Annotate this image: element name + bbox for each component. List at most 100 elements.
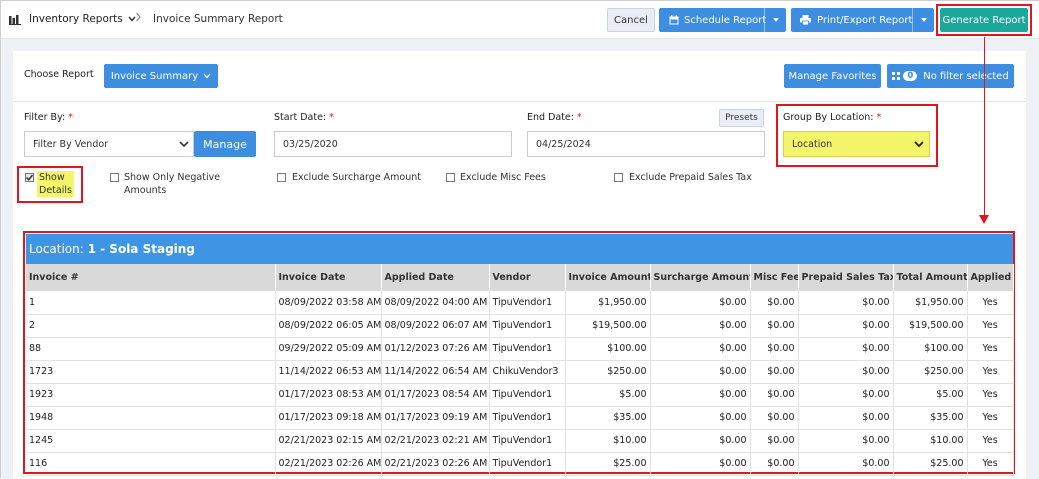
table-cell: $19,500.00	[565, 314, 651, 338]
exclude-prepaid-checkbox[interactable]	[614, 173, 623, 182]
chevron-down-icon	[179, 141, 189, 148]
end-date-input[interactable]: 04/25/2024	[527, 131, 765, 157]
column-header[interactable]: Invoice Amount	[565, 264, 651, 291]
table-cell: $0.00	[650, 406, 751, 430]
negative-amounts-label: Show Only Negative Amounts	[124, 172, 221, 196]
selected-report-label: Invoice Summary	[110, 70, 199, 82]
table-cell: $100.00	[565, 337, 651, 361]
start-date-value: 03/25/2020	[283, 138, 338, 150]
table-cell: $0.00	[750, 406, 799, 430]
group-by-select[interactable]: Location	[783, 131, 930, 157]
table-cell: Yes	[967, 337, 1014, 361]
table-row[interactable]: 1245 02/21/2023 02:15 AM 02/21/2023 02:21 …	[26, 429, 1014, 453]
caret-down-icon	[920, 18, 927, 22]
column-header[interactable]: Total Amount	[893, 264, 968, 291]
table-cell: $0.00	[650, 291, 751, 315]
column-header[interactable]: Surcharge Amount	[650, 264, 751, 291]
filter-by-select[interactable]: Filter By Vendor	[24, 131, 194, 157]
table-cell: $0.00	[650, 429, 751, 453]
filter-count-badge: 0	[903, 71, 918, 81]
location-header: Location: 1 - Sola Staging	[26, 234, 1013, 264]
exclude-surcharge-checkbox[interactable]	[277, 173, 286, 182]
show-details-checkbox[interactable]	[25, 173, 34, 182]
table-row[interactable]: 1 08/09/2022 03:58 AM 08/09/2022 04:00 AM T…	[26, 291, 1014, 315]
calendar-icon	[669, 15, 679, 25]
column-header[interactable]: Invoice Date	[275, 264, 382, 291]
column-header[interactable]: Misc Fee	[750, 264, 799, 291]
table-cell: Yes	[967, 360, 1014, 384]
table-cell: Yes	[967, 291, 1014, 315]
show-details-label: Show Details	[37, 171, 74, 197]
breadcrumb-inventory-reports[interactable]: Inventory Reports	[29, 13, 136, 25]
presets-button[interactable]: Presets	[719, 109, 764, 127]
column-header[interactable]: Prepaid Sales Tax	[798, 264, 894, 291]
choose-report-dropdown[interactable]: Invoice Summary	[104, 64, 218, 88]
table-row[interactable]: 2 08/09/2022 06:05 AM 08/09/2022 06:07 AM T…	[26, 314, 1014, 338]
exclude-misc-checkbox[interactable]	[446, 173, 455, 182]
table-cell: $5.00	[565, 383, 651, 407]
table-cell: 116	[26, 452, 276, 476]
table-cell: 1723	[26, 360, 276, 384]
table-cell: $0.00	[798, 337, 894, 361]
table-cell: 02/21/2023 02:21 AM	[381, 429, 490, 453]
report-table: Location: 1 - Sola Staging Invoice # Invo…	[26, 234, 1014, 476]
no-filter-label: No filter selected	[923, 70, 1009, 82]
table-cell: Yes	[967, 429, 1014, 453]
schedule-report-button[interactable]: Schedule Report	[659, 8, 786, 32]
table-cell: $250.00	[565, 360, 651, 384]
schedule-dropdown-toggle[interactable]	[764, 8, 786, 32]
negative-amounts-checkbox[interactable]	[110, 173, 119, 182]
table-cell: $0.00	[750, 452, 799, 476]
table-cell: $35.00	[565, 406, 651, 430]
print-export-button[interactable]: Print/Export Report	[791, 8, 934, 32]
table-cell: TipuVendor1	[489, 406, 566, 430]
column-header[interactable]: Applied Date	[381, 264, 490, 291]
table-cell: 01/12/2023 07:26 AM	[381, 337, 490, 361]
table-cell: $0.00	[650, 452, 751, 476]
table-cell: $250.00	[893, 360, 968, 384]
filter-by-label: Filter By: *	[24, 112, 73, 123]
table-row[interactable]: 88 09/29/2022 05:09 AM 01/12/2023 07:26 AM…	[26, 337, 1014, 361]
table-cell: $25.00	[565, 452, 651, 476]
table-cell: $0.00	[750, 360, 799, 384]
reports-icon	[9, 15, 21, 25]
location-prefix: Location:	[29, 242, 88, 256]
annotation-arrow-head	[979, 215, 989, 224]
table-cell: TipuVendor1	[489, 291, 566, 315]
table-cell: $0.00	[650, 383, 751, 407]
start-date-input[interactable]: 03/25/2020	[274, 131, 512, 157]
table-cell: 08/09/2022 04:00 AM	[381, 291, 490, 315]
table-row[interactable]: 1948 01/17/2023 09:18 AM 01/17/2023 09:19 …	[26, 406, 1014, 430]
cancel-button[interactable]: Cancel	[607, 8, 655, 32]
table-cell: $19,500.00	[893, 314, 968, 338]
column-header[interactable]: Invoice #	[26, 264, 276, 291]
group-by-label: Group By Location: *	[783, 112, 882, 123]
print-dropdown-toggle[interactable]	[912, 8, 934, 32]
chevron-down-icon	[203, 73, 211, 79]
table-cell: 88	[26, 337, 276, 361]
table-row[interactable]: 1923 01/17/2023 08:53 AM 01/17/2023 08:54 …	[26, 383, 1014, 407]
manage-button[interactable]: Manage	[194, 131, 256, 157]
group-by-value: Location	[792, 138, 833, 150]
table-cell: $0.00	[750, 314, 799, 338]
table-cell: ChikuVendor3	[489, 360, 566, 384]
chevron-down-icon	[914, 141, 924, 148]
table-cell: TipuVendor1	[489, 337, 566, 361]
table-cell: $0.00	[650, 314, 751, 338]
filter-status-button[interactable]: 0 No filter selected	[887, 64, 1014, 88]
column-header[interactable]: Applied	[967, 264, 1014, 291]
table-row[interactable]: 116 02/21/2023 02:26 AM 02/21/2023 02:26 A…	[26, 452, 1014, 476]
top-bar: Inventory Reports Invoice Summary Report…	[1, 1, 1039, 39]
table-cell: $0.00	[798, 314, 894, 338]
column-header[interactable]: Vendor	[489, 264, 566, 291]
table-cell: $0.00	[750, 291, 799, 315]
table-cell: 02/21/2023 02:26 AM	[381, 452, 490, 476]
caret-down-icon	[772, 18, 779, 22]
table-cell: 08/09/2022 06:07 AM	[381, 314, 490, 338]
table-cell: $0.00	[750, 429, 799, 453]
check-icon	[25, 174, 34, 181]
table-cell: $0.00	[650, 360, 751, 384]
table-row[interactable]: 1723 11/14/2022 06:53 AM 11/14/2022 06:54 …	[26, 360, 1014, 384]
table-cell: 11/14/2022 06:53 AM	[275, 360, 382, 384]
manage-favorites-button[interactable]: Manage Favorites	[784, 64, 881, 88]
